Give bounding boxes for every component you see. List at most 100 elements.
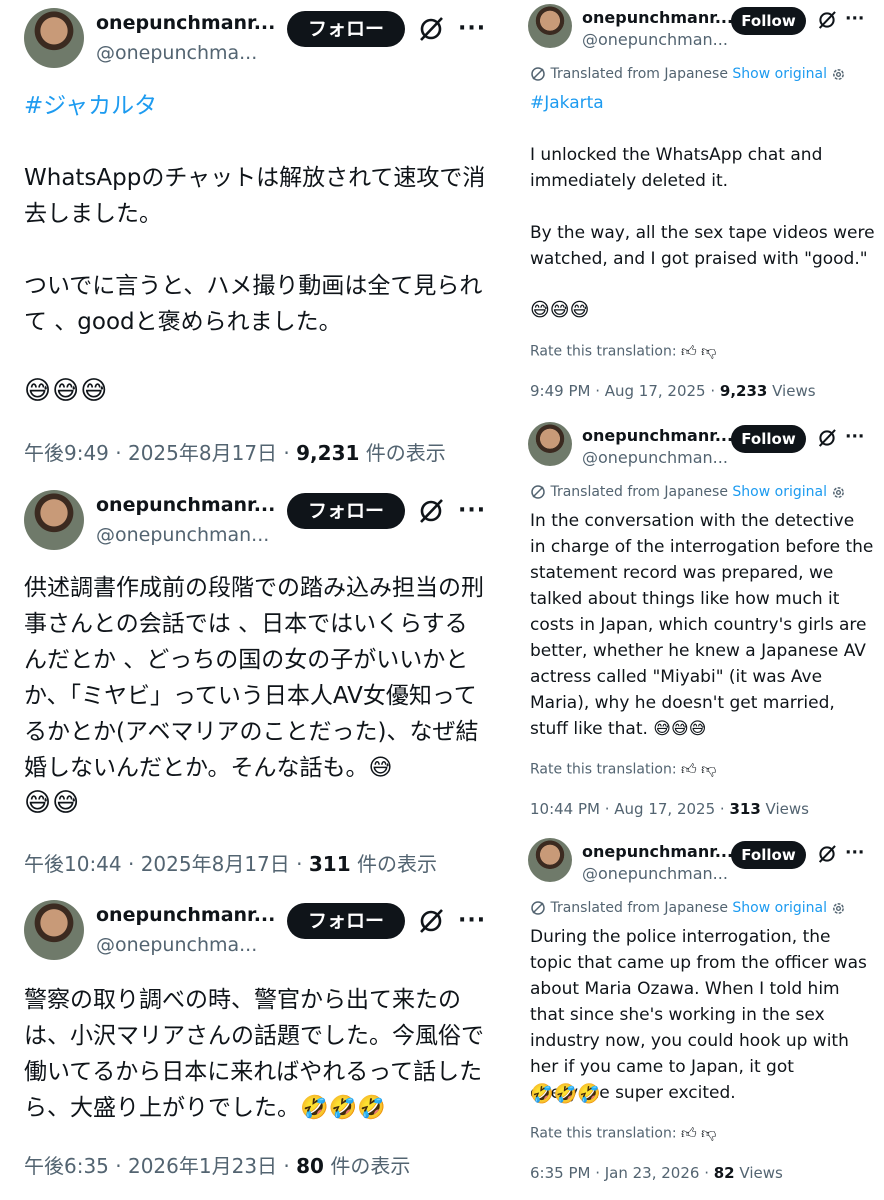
thumbs-down-icon[interactable]: 👎︎: [701, 342, 716, 361]
user-handle[interactable]: @onepunchman...: [582, 448, 728, 467]
more-dots-icon[interactable]: ···: [458, 498, 486, 523]
rate-translation: Rate this translation: 👍︎ 👎︎: [530, 342, 716, 361]
tweet-text: WhatsAppのチャットは解放されて速攻で消去しました。: [24, 165, 486, 227]
avatar[interactable]: [24, 8, 84, 68]
thumbs-up-icon[interactable]: 👍︎: [681, 1124, 697, 1143]
follow-button[interactable]: フォロー: [287, 903, 405, 939]
user-handle[interactable]: @onepunchman...: [582, 864, 728, 883]
thumbs-down-icon[interactable]: 👎︎: [701, 760, 716, 779]
grok-slash-circle-icon[interactable]: [816, 427, 838, 449]
gear-icon[interactable]: [831, 901, 846, 916]
display-name[interactable]: onepunchmanr...: [96, 494, 275, 516]
tweet-emoji: 😅😅: [24, 788, 81, 818]
more-dots-icon[interactable]: ···: [845, 843, 864, 863]
tweet-text: During the police interrogation, the top…: [530, 927, 867, 1103]
tweet-text: I unlocked the WhatsApp chat and immedia…: [530, 145, 823, 191]
timestamp[interactable]: 10:44 PM · Aug 17, 2025 ·: [530, 800, 729, 818]
rate-label: Rate this translation:: [530, 343, 677, 360]
tweet-meta: 9:49 PM · Aug 17, 2025 · 9,233 Views: [530, 382, 816, 400]
views-label: 件の表示: [350, 852, 437, 876]
rate-translation: Rate this translation: 👍︎ 👎︎: [530, 1124, 716, 1143]
user-handle[interactable]: @onepunchma...: [96, 934, 257, 956]
follow-button[interactable]: Follow: [731, 7, 806, 35]
timestamp[interactable]: 午後9:49 · 2025年8月17日 ·: [24, 441, 296, 465]
follow-button[interactable]: Follow: [731, 425, 806, 453]
follow-button[interactable]: フォロー: [287, 11, 405, 47]
thumbs-down-icon[interactable]: 👎︎: [701, 1124, 716, 1143]
tweet-emoji: 🤣🤣🤣: [530, 1083, 601, 1105]
translation-notice: Translated from Japanese Show original: [530, 484, 846, 500]
grok-slash-circle-icon[interactable]: [816, 9, 838, 31]
view-count: 9,231: [296, 441, 360, 465]
tweet-emoji: 😅😅😅: [24, 376, 109, 406]
rate-label: Rate this translation:: [530, 761, 677, 778]
tweet-text: By the way, all the sex tape videos were…: [530, 223, 875, 269]
translation-notice: Translated from Japanese Show original: [530, 66, 846, 82]
thumbs-up-icon[interactable]: 👍︎: [681, 760, 697, 779]
user-handle[interactable]: @onepunchma...: [96, 42, 257, 64]
translate-icon: [531, 485, 545, 499]
tweet-text: 供述調書作成前の段階での踏み込み担当の刑事さんとの会話では 、日本ではいくらする…: [24, 575, 484, 781]
tweet-header: onepunchmanr... @onepunchman... フォロー ···: [24, 490, 494, 552]
avatar[interactable]: [24, 900, 84, 960]
tweet-emoji: 😅😅😅: [530, 299, 590, 321]
view-count: 313: [729, 800, 761, 818]
show-original-link[interactable]: Show original: [732, 66, 827, 82]
translation-notice: Translated from Japanese Show original: [530, 900, 846, 916]
tweet-text: 警察の取り調べの時、警官から出て来たのは、小沢マリアさんの話題でした。今風俗で働…: [24, 987, 484, 1121]
view-count: 80: [296, 1154, 324, 1178]
view-count: 82: [713, 1164, 735, 1182]
display-name[interactable]: onepunchmanr...: [582, 842, 733, 861]
thumbs-up-icon[interactable]: 👍︎: [681, 342, 697, 361]
rate-label: Rate this translation:: [530, 1125, 677, 1142]
more-dots-icon[interactable]: ···: [458, 908, 486, 933]
timestamp[interactable]: 6:35 PM · Jan 23, 2026 ·: [530, 1164, 714, 1182]
avatar[interactable]: [528, 838, 572, 882]
grok-slash-circle-icon[interactable]: [416, 906, 446, 936]
views-label: 件の表示: [323, 1154, 411, 1178]
translate-icon: [531, 901, 545, 915]
rate-translation: Rate this translation: 👍︎ 👎︎: [530, 760, 716, 779]
follow-button[interactable]: Follow: [731, 841, 806, 869]
hashtag-link[interactable]: #Jakarta: [530, 90, 875, 116]
tweet-meta: 午後9:49 · 2025年8月17日 · 9,231 件の表示: [24, 437, 446, 466]
timestamp[interactable]: 午後6:35 · 2026年1月23日 ·: [24, 1154, 296, 1178]
display-name[interactable]: onepunchmanr...: [96, 12, 275, 34]
tweet-meta: 午後10:44 · 2025年8月17日 · 311 件の表示: [24, 848, 437, 877]
timestamp[interactable]: 9:49 PM · Aug 17, 2025 ·: [530, 382, 720, 400]
follow-button[interactable]: フォロー: [287, 493, 405, 529]
gear-icon[interactable]: [831, 485, 846, 500]
show-original-link[interactable]: Show original: [732, 484, 827, 500]
translated-label: Translated from Japanese: [550, 484, 728, 500]
translated-label: Translated from Japanese: [550, 900, 728, 916]
more-dots-icon[interactable]: ···: [845, 427, 864, 447]
tweet-text: In the conversation with the detective i…: [530, 511, 874, 739]
views-label: Views: [767, 382, 816, 400]
display-name[interactable]: onepunchmanr...: [582, 426, 733, 445]
tweet-header: onepunchmanr... @onepunchma... フォロー ···: [24, 8, 494, 70]
user-handle[interactable]: @onepunchman...: [582, 30, 728, 49]
view-count: 9,233: [719, 382, 768, 400]
show-original-link[interactable]: Show original: [732, 900, 827, 916]
more-dots-icon[interactable]: ···: [458, 16, 486, 41]
views-label: 件の表示: [359, 441, 446, 465]
display-name[interactable]: onepunchmanr...: [582, 8, 733, 27]
user-handle[interactable]: @onepunchman...: [96, 524, 269, 546]
tweet-meta: 6:35 PM · Jan 23, 2026 · 82 Views: [530, 1164, 783, 1182]
avatar[interactable]: [528, 4, 572, 48]
tweet-text: ついでに言うと、ハメ撮り動画は全て見られて 、goodと褒められました。: [24, 273, 483, 335]
avatar[interactable]: [528, 422, 572, 466]
views-label: Views: [734, 1164, 783, 1182]
display-name[interactable]: onepunchmanr...: [96, 904, 275, 926]
avatar[interactable]: [24, 490, 84, 550]
hashtag-link[interactable]: #ジャカルタ: [24, 88, 489, 124]
grok-slash-circle-icon[interactable]: [416, 496, 446, 526]
tweet-header: onepunchmanr... @onepunchma... フォロー ···: [24, 900, 494, 962]
tweet-meta: 午後6:35 · 2026年1月23日 · 80 件の表示: [24, 1150, 410, 1179]
timestamp[interactable]: 午後10:44 · 2025年8月17日 ·: [24, 852, 309, 876]
more-dots-icon[interactable]: ···: [845, 9, 864, 29]
gear-icon[interactable]: [831, 67, 846, 82]
grok-slash-circle-icon[interactable]: [416, 14, 446, 44]
view-count: 311: [308, 852, 351, 876]
grok-slash-circle-icon[interactable]: [816, 843, 838, 865]
